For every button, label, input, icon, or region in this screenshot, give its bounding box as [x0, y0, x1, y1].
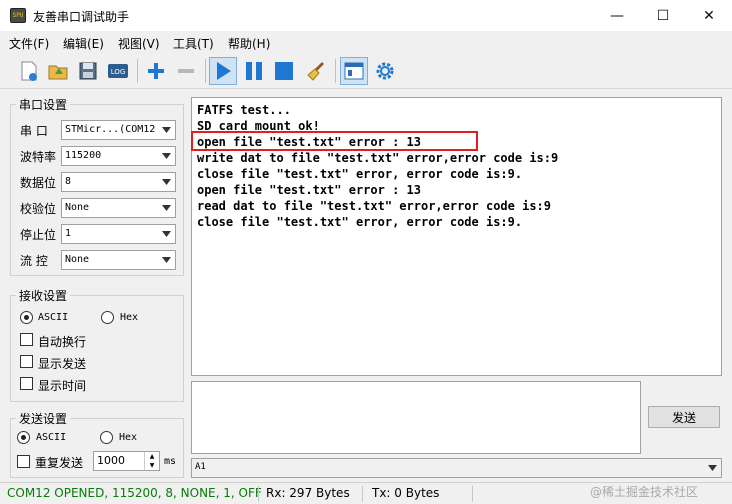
- toolbar-separator: [205, 59, 206, 83]
- send-ascii-label: ASCII: [36, 432, 67, 443]
- chevron-down-icon: [158, 199, 175, 217]
- remove-icon[interactable]: [172, 57, 200, 85]
- window-title: 友善串口调试助手: [33, 10, 130, 24]
- stop-icon[interactable]: [270, 57, 298, 85]
- flowctrl-label: 流 控: [20, 254, 48, 268]
- status-tx: Tx: 0 Bytes: [372, 486, 440, 500]
- log-icon-label: LOG: [111, 68, 126, 76]
- interval-spinner[interactable]: ▲ ▼: [144, 452, 159, 470]
- menu-view[interactable]: 视图(V): [118, 35, 160, 52]
- port-label: 串 口: [20, 124, 48, 138]
- clear-icon[interactable]: [303, 57, 331, 85]
- new-icon[interactable]: [15, 57, 43, 85]
- chevron-down-icon: [158, 121, 175, 139]
- toolbar: LOG: [0, 53, 732, 89]
- flowctrl-select[interactable]: None: [61, 250, 176, 270]
- watermark: @稀土掘金技术社区: [590, 485, 699, 499]
- open-icon[interactable]: [44, 57, 72, 85]
- parity-label: 校验位: [20, 202, 57, 216]
- chevron-down-icon: [704, 459, 721, 477]
- chevron-down-icon: [158, 147, 175, 165]
- status-rx: Rx: 297 Bytes: [266, 486, 350, 500]
- send-hex-radio[interactable]: [100, 431, 113, 444]
- status-divider: [472, 486, 473, 502]
- auto-wrap-checkbox[interactable]: [20, 333, 33, 346]
- auto-wrap-label: 自动换行: [38, 335, 87, 349]
- receive-settings-title: 接收设置: [16, 287, 71, 304]
- close-button[interactable]: ✕: [686, 0, 732, 31]
- status-divider: [362, 486, 363, 502]
- show-time-label: 显示时间: [38, 379, 87, 393]
- toolbar-separator: [335, 59, 336, 83]
- layout-icon[interactable]: [340, 57, 368, 85]
- menu-file[interactable]: 文件(F): [9, 35, 49, 52]
- databits-select[interactable]: 8: [61, 172, 176, 192]
- stopbits-select[interactable]: 1: [61, 224, 176, 244]
- send-textarea[interactable]: [191, 381, 641, 454]
- chevron-down-icon: [158, 225, 175, 243]
- stopbits-label: 停止位: [20, 228, 57, 242]
- interval-unit: ms: [164, 456, 177, 467]
- menu-tools[interactable]: 工具(T): [173, 35, 214, 52]
- menu-bar: 文件(F) 编辑(E) 视图(V) 工具(T) 帮助(H): [0, 31, 732, 53]
- title-bar: SPU 友善串口调试助手 — ☐ ✕: [0, 0, 732, 31]
- menu-help[interactable]: 帮助(H): [228, 35, 270, 52]
- show-send-checkbox[interactable]: [20, 355, 33, 368]
- pause-icon[interactable]: [240, 57, 268, 85]
- play-icon[interactable]: [209, 57, 237, 85]
- repeat-send-checkbox[interactable]: [17, 455, 30, 468]
- receive-settings-group: [10, 295, 184, 402]
- settings-icon[interactable]: [371, 57, 399, 85]
- app-icon: SPU: [10, 8, 26, 23]
- baud-select[interactable]: 115200: [61, 146, 176, 166]
- minimize-button[interactable]: —: [594, 0, 640, 31]
- show-time-checkbox[interactable]: [20, 377, 33, 390]
- send-settings-title: 发送设置: [16, 410, 71, 427]
- show-send-label: 显示发送: [38, 357, 87, 371]
- send-button[interactable]: 发送: [648, 406, 720, 428]
- chevron-down-icon: [158, 251, 175, 269]
- status-port: COM12 OPENED, 115200, 8, NONE, 1, OFF: [7, 486, 262, 500]
- receive-ascii-label: ASCII: [38, 312, 69, 323]
- send-ascii-radio[interactable]: [17, 431, 30, 444]
- repeat-send-label: 重复发送: [35, 456, 84, 470]
- parity-select[interactable]: None: [61, 198, 176, 218]
- status-divider: [258, 486, 259, 502]
- port-select[interactable]: STMicr...(COM12: [61, 120, 176, 140]
- menu-edit[interactable]: 编辑(E): [63, 35, 104, 52]
- add-icon[interactable]: [142, 57, 170, 85]
- receive-hex-radio[interactable]: [101, 311, 114, 324]
- save-icon[interactable]: [74, 57, 102, 85]
- databits-label: 数据位: [20, 176, 57, 190]
- receive-hex-label: Hex: [120, 312, 139, 323]
- toolbar-separator: [137, 59, 138, 83]
- send-history-select[interactable]: A1: [191, 458, 722, 478]
- log-icon[interactable]: LOG: [104, 57, 132, 85]
- highlight-annotation: [191, 131, 478, 151]
- send-hex-label: Hex: [119, 432, 138, 443]
- serial-settings-title: 串口设置: [16, 96, 71, 113]
- receive-ascii-radio[interactable]: [20, 311, 33, 324]
- chevron-down-icon: [158, 173, 175, 191]
- baud-label: 波特率: [20, 150, 57, 164]
- maximize-button[interactable]: ☐: [640, 0, 686, 31]
